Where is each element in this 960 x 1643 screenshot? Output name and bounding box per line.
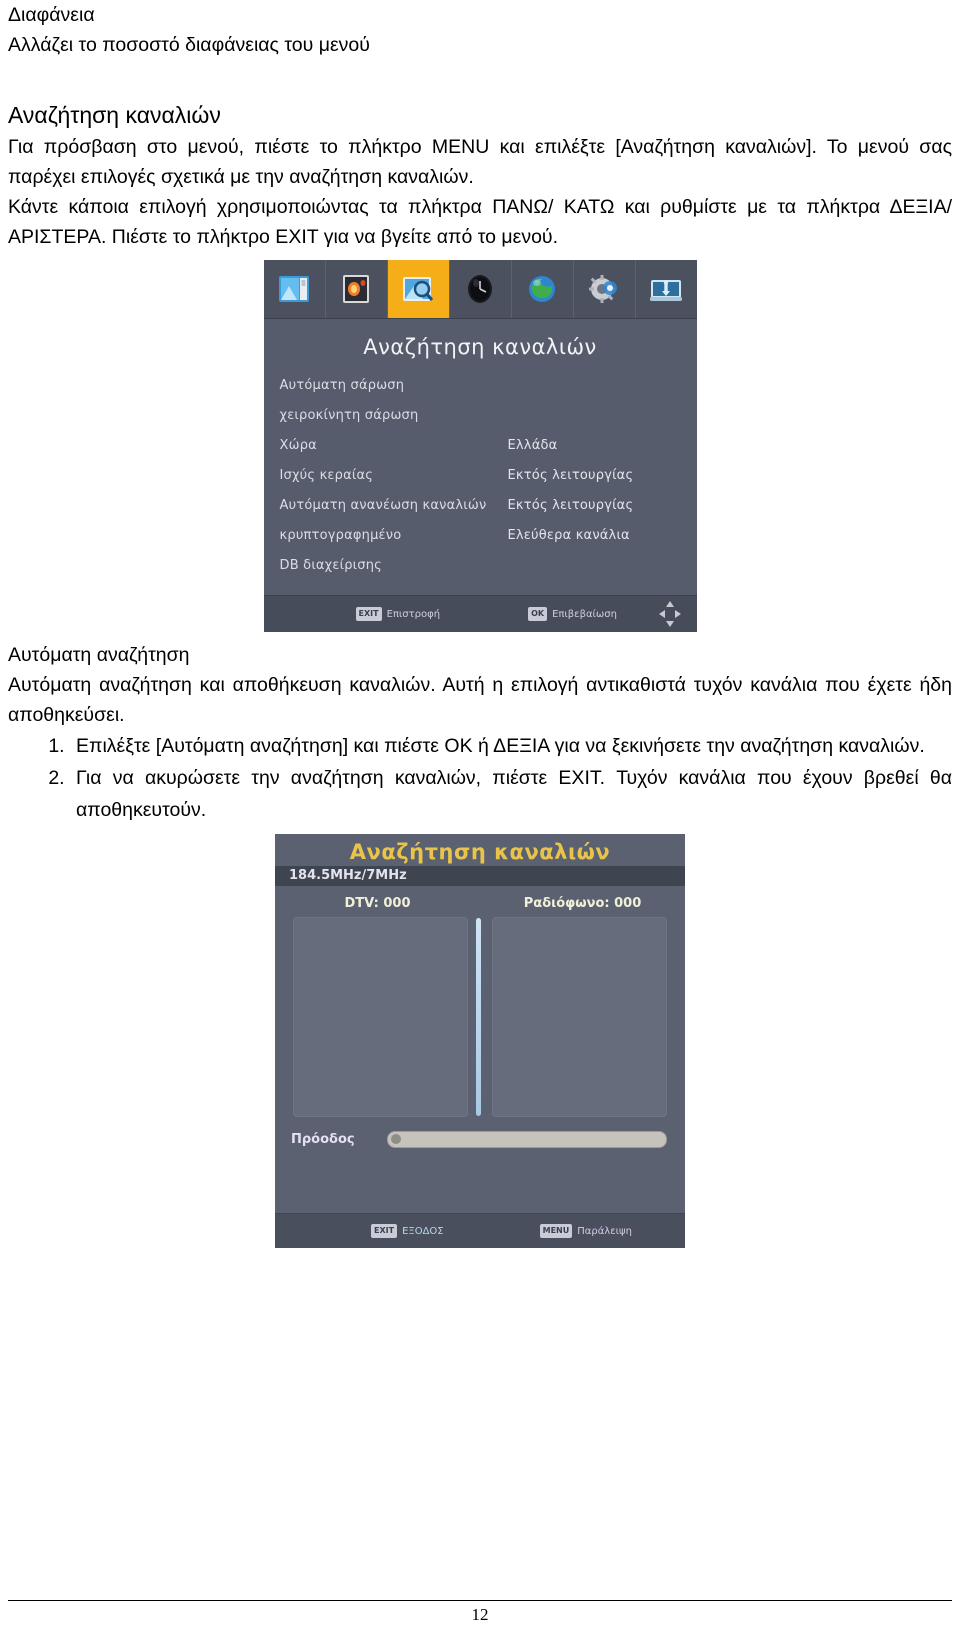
menu-row-value: Ελεύθερα κανάλια: [507, 528, 630, 543]
step-text: Για να ακυρώσετε την αναζήτηση καναλιών,…: [76, 767, 952, 821]
menu-row[interactable]: Αυτόματη σάρωση: [280, 371, 697, 401]
time-clock-icon: [468, 275, 492, 303]
menu-row-value: Ελλάδα: [507, 438, 558, 453]
scan-counters: DTV: 000 Ραδιόφωνο: 000: [275, 886, 685, 917]
exit-key-icon: EXIT: [355, 607, 382, 621]
progress-bar: [387, 1131, 667, 1148]
menu-row-label: κρυπτογραφημένο: [279, 528, 402, 543]
footer-action-confirm-label: Επιβεβαίωση: [552, 608, 617, 620]
footer-divider: [8, 1600, 952, 1601]
menu-row-label: Αυτόματη σάρωση: [279, 378, 405, 393]
menu-footer-bar: EXIT Επιστροφή OK Επιβεβαίωση: [263, 595, 697, 632]
step-text: Επιλέξτε [Αυτόματη αναζήτηση] και πιέστε…: [76, 735, 925, 757]
footer-action-confirm[interactable]: OK Επιβεβαίωση: [528, 607, 617, 621]
menu-row-value: Εκτός λειτουργίας: [507, 468, 634, 483]
menu-tab-system-setup[interactable]: [574, 260, 636, 318]
menu-row-label: DB διαχείρισης: [279, 558, 382, 573]
footer-action-exit-label: ΕΞΟΔΟΣ: [402, 1225, 444, 1237]
radio-results-panel: [492, 917, 667, 1117]
menu-row[interactable]: χειροκίνητη σάρωση: [280, 401, 697, 431]
menu-key-icon: MENU: [539, 1224, 573, 1238]
auto-search-steps: Επιλέξτε [Αυτόματη αναζήτηση] και πιέστε…: [8, 730, 952, 826]
list-item: Για να ακυρώσετε την αναζήτηση καναλιών,…: [70, 762, 952, 826]
document-page: Διαφάνεια Αλλάζει το ποσοστό διαφάνειας …: [0, 0, 960, 1643]
menu-rows: Αυτόματη σάρωση χειροκίνητη σάρωση Χώρα …: [264, 371, 697, 581]
auto-search-paragraph: Αυτόματη αναζήτηση και αποθήκευση καναλι…: [8, 674, 952, 726]
footer-action-exit[interactable]: EXIT ΕΞΟΔΟΣ: [371, 1224, 444, 1238]
progress-knob: [391, 1134, 401, 1144]
scan-result-panels: [275, 917, 685, 1117]
dtv-count: DTV: 000: [344, 896, 411, 911]
scan-footer-bar: EXIT ΕΞΟΔΟΣ MENU Παράλειψη: [275, 1213, 685, 1248]
menu-row[interactable]: Χώρα Ελλάδα: [280, 431, 697, 461]
menu-row[interactable]: Ισχύς κεραίας Εκτός λειτουργίας: [280, 461, 697, 491]
menu-icon-bar: [263, 260, 697, 319]
scan-frequency: 184.5MHz/7MHz: [275, 866, 685, 886]
menu-row-label: Αυτόματη ανανέωση καναλιών: [279, 498, 487, 513]
screenshot-channel-search-menu: Αναζήτηση καναλιών Αυτόματη σάρωση χειρο…: [263, 260, 697, 632]
system-setup-icon: [589, 275, 617, 303]
usb-media-icon: [650, 280, 682, 301]
menu-row-label: Ισχύς κεραίας: [279, 468, 374, 483]
radio-count: Ραδιόφωνο: 000: [523, 896, 642, 911]
transparency-heading: Διαφάνεια: [8, 4, 95, 26]
screenshot-channel-scan-progress: Αναζήτηση καναλιών 184.5MHz/7MHz DTV: 00…: [275, 834, 685, 1248]
menu-row-label: χειροκίνητη σάρωση: [279, 408, 419, 423]
menu-tab-picture[interactable]: [264, 260, 326, 318]
exit-key-icon: EXIT: [371, 1224, 398, 1238]
channel-search-paragraph-1: Για πρόσβαση στο μενού, πιέστε το πλήκτρ…: [8, 136, 952, 188]
scan-progress-row: Πρόοδος: [275, 1117, 685, 1148]
page-number: 12: [471, 1605, 489, 1624]
menu-row-value: Εκτός λειτουργίας: [507, 498, 634, 513]
auto-search-heading: Αυτόματη αναζήτηση: [8, 644, 190, 666]
page-footer: 12: [8, 1600, 952, 1625]
menu-tab-channel-search[interactable]: [387, 260, 450, 318]
transparency-body: Αλλάζει το ποσοστό διαφάνειας του μενού: [8, 34, 370, 56]
channel-search-heading: Αναζήτηση καναλιών: [8, 102, 221, 128]
channel-search-icon: [403, 277, 434, 301]
list-item: Επιλέξτε [Αυτόματη αναζήτηση] και πιέστε…: [70, 730, 952, 762]
channel-search-paragraph-2: Κάντε κάποια επιλογή χρησιμοποιώντας τα …: [8, 196, 952, 248]
menu-tab-usb-media[interactable]: [636, 260, 697, 318]
image-settings-icon: [343, 275, 369, 303]
footer-action-back[interactable]: EXIT Επιστροφή: [355, 607, 441, 621]
menu-row-label: Χώρα: [279, 438, 317, 453]
picture-icon: [279, 276, 309, 302]
menu-row[interactable]: DB διαχείρισης: [280, 551, 697, 581]
footer-action-back-label: Επιστροφή: [386, 608, 441, 620]
screenshot-menu-wrapper: Αναζήτηση καναλιών Αυτόματη σάρωση χειρο…: [8, 260, 952, 632]
menu-tab-time[interactable]: [450, 260, 512, 318]
navigation-diamond-icon: [658, 601, 681, 627]
scan-indicator-bar: [476, 918, 481, 1116]
menu-title: Αναζήτηση καναλιών: [363, 335, 597, 359]
menu-row[interactable]: κρυπτογραφημένο Ελεύθερα κανάλια: [280, 521, 697, 551]
ok-key-icon: OK: [528, 607, 548, 621]
footer-action-skip-label: Παράλειψη: [577, 1225, 632, 1237]
menu-row[interactable]: Αυτόματη ανανέωση καναλιών Εκτός λειτουρ…: [280, 491, 697, 521]
dtv-results-panel: [293, 917, 481, 1117]
screenshot-scanning-wrapper: Αναζήτηση καναλιών 184.5MHz/7MHz DTV: 00…: [8, 834, 952, 1248]
menu-tab-language[interactable]: [512, 260, 574, 318]
globe-language-icon: [529, 276, 555, 302]
footer-action-skip[interactable]: MENU Παράλειψη: [539, 1224, 632, 1238]
menu-tab-image-settings[interactable]: [326, 260, 388, 318]
scan-title: Αναζήτηση καναλιών: [349, 840, 611, 864]
progress-label: Πρόοδος: [291, 1132, 355, 1147]
